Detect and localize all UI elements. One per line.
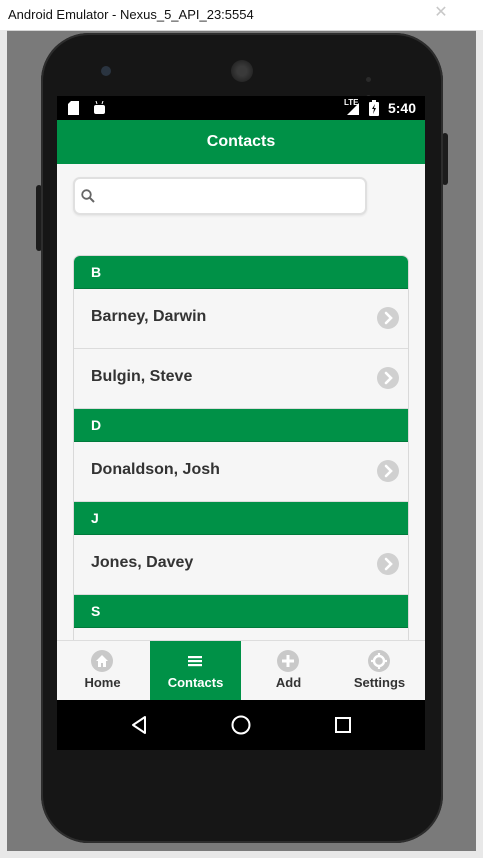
tab-label: Settings xyxy=(353,675,406,690)
chevron-right-icon xyxy=(377,553,399,575)
tab-contacts[interactable]: Contacts xyxy=(150,641,241,701)
list-divider-j: J xyxy=(74,502,408,535)
bottom-tab-bar: Home Contacts Add Settings xyxy=(57,640,425,701)
tab-home[interactable]: Home xyxy=(57,641,148,701)
back-icon[interactable] xyxy=(127,713,151,737)
list-icon xyxy=(184,650,206,672)
android-nav-bar xyxy=(57,700,425,750)
proximity-sensors xyxy=(366,69,380,100)
window-close-button[interactable]: ✕ xyxy=(430,4,452,22)
contacts-content[interactable]: B Barney, Darwin Bulgin, Steve D Donalds… xyxy=(57,164,425,640)
chevron-right-icon xyxy=(377,367,399,389)
recents-icon[interactable] xyxy=(331,713,355,737)
tab-settings[interactable]: Settings xyxy=(334,641,425,701)
window-frame-left xyxy=(0,30,7,858)
list-item[interactable]: Donaldson, Josh xyxy=(74,442,408,502)
earpiece-speaker xyxy=(231,60,253,82)
chevron-right-icon xyxy=(377,307,399,329)
plus-icon xyxy=(277,650,299,672)
home-icon xyxy=(91,650,113,672)
tab-label: Contacts xyxy=(167,675,224,690)
list-item[interactable] xyxy=(74,628,408,640)
list-divider-d: D xyxy=(74,409,408,442)
device-screen: LTE 5:40 Contacts B Barney, Darwin Bulgi… xyxy=(57,96,425,750)
search-input[interactable] xyxy=(101,179,355,215)
tab-label: Add xyxy=(275,675,302,690)
contact-name: Jones, Davey xyxy=(91,554,194,571)
status-bar: LTE 5:40 xyxy=(57,96,425,120)
list-item[interactable]: Jones, Davey xyxy=(74,535,408,595)
android-icon xyxy=(94,101,105,114)
page-title: Contacts xyxy=(206,133,276,150)
status-clock: 5:40 xyxy=(387,100,416,116)
window-frame-right xyxy=(476,30,483,858)
window-frame-bottom xyxy=(0,851,483,858)
tab-label: Home xyxy=(84,675,121,690)
list-item[interactable]: Barney, Darwin xyxy=(74,289,408,349)
sd-card-icon xyxy=(68,101,79,115)
search-icon xyxy=(81,189,95,203)
contact-name: Bulgin, Steve xyxy=(91,368,193,385)
front-camera xyxy=(101,66,111,76)
gear-icon xyxy=(368,650,390,672)
list-item[interactable]: Bulgin, Steve xyxy=(74,349,408,409)
search-box[interactable] xyxy=(73,177,367,215)
chevron-right-icon xyxy=(377,460,399,482)
emulator-title-bar: Android Emulator - Nexus_5_API_23:5554 ✕ xyxy=(0,0,483,31)
list-divider-s: S xyxy=(74,595,408,628)
signal-icon xyxy=(347,103,359,115)
home-nav-icon[interactable] xyxy=(229,713,253,737)
tab-add[interactable]: Add xyxy=(243,641,334,701)
window-title: Android Emulator - Nexus_5_API_23:5554 xyxy=(8,7,254,22)
list-divider-b: B xyxy=(74,256,408,289)
app-header: Contacts xyxy=(57,120,425,164)
battery-icon xyxy=(369,100,379,116)
contact-name: Barney, Darwin xyxy=(91,308,207,325)
contact-name: Donaldson, Josh xyxy=(91,461,220,478)
contacts-list: B Barney, Darwin Bulgin, Steve D Donalds… xyxy=(73,255,409,640)
